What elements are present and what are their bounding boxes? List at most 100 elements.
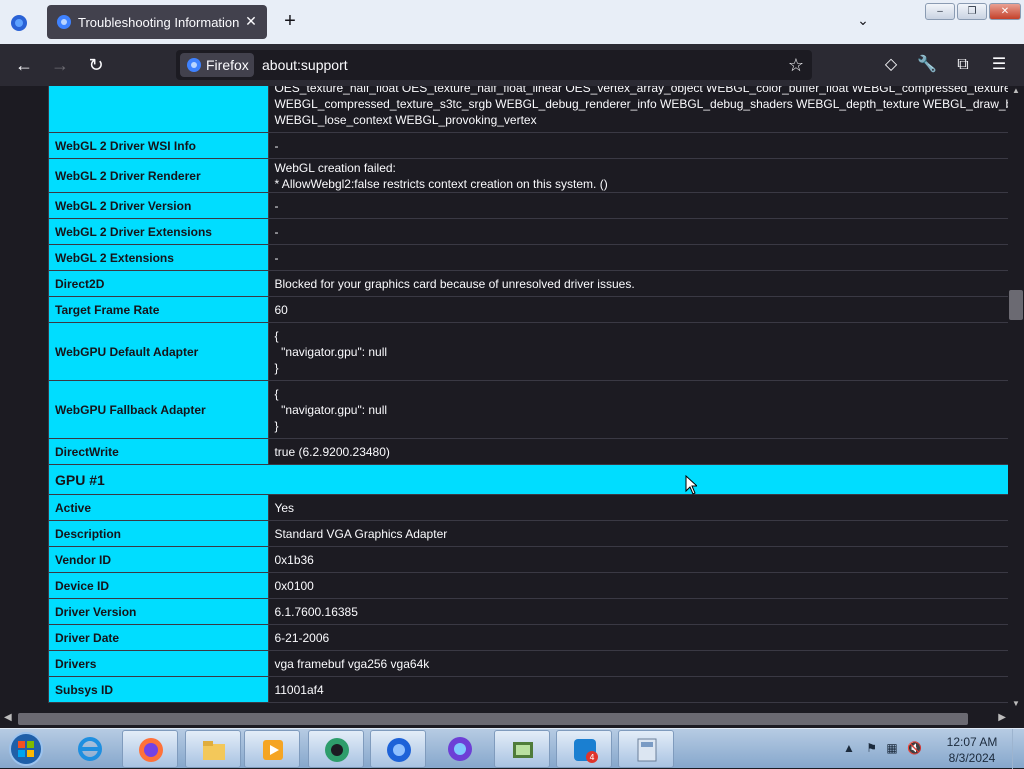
pocket-icon[interactable]: ◇ — [880, 54, 902, 76]
action-center-flag-icon[interactable]: ⚑ — [866, 741, 877, 755]
network-tray-icon[interactable]: ▦ — [886, 741, 897, 755]
row-value: Blocked for your graphics card because o… — [268, 270, 1008, 297]
table-row: Driver Version 6.1.7600.16385 — [47, 598, 1008, 625]
taskbar-firefox-blue[interactable] — [370, 730, 426, 768]
firefox-dev-icon — [448, 737, 472, 761]
section-header: GPU #1 — [48, 464, 1008, 495]
row-value: Yes — [268, 494, 1008, 521]
tray-expand-icon[interactable]: ▲ — [843, 741, 855, 755]
row-key: Subsys ID — [47, 676, 270, 703]
url-bar[interactable]: Firefox about:support ☆ — [176, 50, 812, 80]
clock[interactable]: 12:07 AM 8/3/2024 — [940, 734, 1004, 766]
firefox-icon — [187, 58, 201, 72]
table-row: WebGL 2 Extensions - — [47, 244, 1008, 271]
close-window-button[interactable]: ✕ — [989, 3, 1021, 20]
table-row: Device ID 0x0100 — [47, 572, 1008, 599]
horizontal-scrollbar[interactable]: ◀ ▶ — [0, 710, 1024, 728]
taskbar-calculator[interactable] — [618, 730, 674, 768]
network-icon — [513, 742, 533, 758]
row-key: Vendor ID — [47, 546, 270, 573]
row-key: WebGPU Fallback Adapter — [47, 380, 270, 439]
start-button[interactable] — [6, 731, 46, 767]
row-value: 0x0100 — [268, 572, 1008, 599]
notification-badge: 4 — [589, 753, 594, 762]
show-desktop-button[interactable] — [1012, 729, 1024, 769]
table-row: Drivers vga framebuf vga256 vga64k — [47, 650, 1008, 677]
scroll-down-icon[interactable]: ▼ — [1012, 699, 1020, 708]
table-row: WebGL 2 Driver Version - — [47, 192, 1008, 219]
system-tray: ▲ ⚑ ▦ 🔇 — [843, 741, 933, 759]
row-value: 6-21-2006 — [268, 624, 1008, 651]
table-row: OES_texture_half_float OES_texture_half_… — [47, 86, 1008, 133]
wrench-icon[interactable]: 🔧 — [916, 54, 938, 76]
scroll-right-icon[interactable]: ▶ — [998, 712, 1006, 723]
forward-button[interactable]: → — [50, 55, 70, 75]
row-value: - — [268, 218, 1008, 245]
row-key: Direct2D — [47, 270, 270, 297]
row-key: Device ID — [47, 572, 270, 599]
page-content: OES_texture_half_float OES_texture_half_… — [0, 86, 1008, 710]
taskbar-internet-explorer[interactable] — [62, 730, 118, 768]
table-row: DirectWrite true (6.2.9200.23480) — [47, 438, 1008, 465]
internet-explorer-icon — [78, 737, 102, 761]
horizontal-scroll-thumb[interactable] — [18, 713, 968, 725]
bookmark-star-icon[interactable]: ☆ — [786, 55, 806, 75]
back-button[interactable]: ← — [14, 55, 34, 75]
chevron-down-icon[interactable]: ⌄ — [853, 12, 873, 32]
table-row: WebGL 2 Driver Extensions - — [47, 218, 1008, 245]
table-row: WebGL 2 Driver Renderer WebGL creation fa… — [47, 158, 1008, 193]
tab-troubleshooting[interactable]: Troubleshooting Information ✕ — [47, 5, 267, 39]
mouse-cursor-icon — [685, 475, 697, 495]
extensions-icon[interactable]: ⧉ — [952, 54, 974, 76]
clock-time: 12:07 AM — [946, 735, 998, 749]
graphics-info-table: OES_texture_half_float OES_texture_half_… — [47, 86, 1008, 703]
table-row: Driver Date 6-21-2006 — [47, 624, 1008, 651]
taskbar-firefox[interactable] — [122, 730, 178, 768]
taskbar-cleaner[interactable]: 4 — [556, 730, 612, 768]
calculator-icon — [637, 738, 657, 762]
taskbar-firefox-dev[interactable] — [432, 730, 488, 768]
row-value: - — [268, 132, 1008, 159]
scroll-left-icon[interactable]: ◀ — [4, 712, 12, 723]
row-value: { "navigator.gpu": null } — [268, 380, 1008, 439]
row-value: { "navigator.gpu": null } — [268, 322, 1008, 381]
row-key: Target Frame Rate — [47, 296, 270, 323]
new-tab-button[interactable]: + — [280, 11, 300, 31]
url-input[interactable]: about:support — [262, 57, 348, 73]
row-value: 0x1b36 — [268, 546, 1008, 573]
maximize-button[interactable]: ❐ — [957, 3, 987, 20]
table-row: Subsys ID 11001af4 — [47, 676, 1008, 703]
firefox-app-icon[interactable] — [10, 14, 28, 32]
firefox-orange-icon — [139, 738, 163, 762]
row-value: vga framebuf vga256 vga64k — [268, 650, 1008, 677]
row-value: 11001af4 — [268, 676, 1008, 703]
title-bar: Troubleshooting Information ✕ + ⌄ – ❐ ✕ — [0, 0, 1024, 44]
tab-title: Troubleshooting Information — [78, 15, 240, 30]
table-row: Description Standard VGA Graphics Adapter — [47, 520, 1008, 547]
row-value: WebGL creation failed: * AllowWebgl2:fal… — [268, 158, 1008, 193]
row-key: Description — [47, 520, 270, 547]
menu-icon[interactable]: ☰ — [988, 54, 1010, 76]
vertical-scroll-thumb[interactable] — [1009, 290, 1023, 320]
taskbar-explorer[interactable] — [185, 730, 241, 768]
vertical-scrollbar[interactable]: ▲ ▼ — [1008, 86, 1024, 710]
row-value: 60 — [268, 296, 1008, 323]
folder-icon — [203, 741, 225, 760]
close-tab-icon[interactable]: ✕ — [243, 13, 259, 29]
cleaner-icon: 4 — [574, 739, 598, 763]
taskbar-network-tool[interactable] — [494, 730, 550, 768]
taskbar: 4 ▲ ⚑ ▦ 🔇 12:07 AM 8/3/2024 — [0, 728, 1024, 769]
taskbar-app-green[interactable] — [308, 730, 364, 768]
reload-button[interactable]: ↻ — [86, 55, 106, 75]
row-key: DirectWrite — [47, 438, 270, 465]
scroll-up-icon[interactable]: ▲ — [1012, 86, 1020, 95]
minimize-button[interactable]: – — [925, 3, 955, 20]
green-app-icon — [325, 738, 349, 762]
table-row: Target Frame Rate 60 — [47, 296, 1008, 323]
row-key — [47, 86, 270, 133]
identity-box[interactable]: Firefox — [180, 53, 254, 77]
taskbar-media-player[interactable] — [244, 730, 300, 768]
row-key: WebGL 2 Extensions — [47, 244, 270, 271]
volume-muted-icon[interactable]: 🔇 — [907, 741, 922, 755]
row-value: OES_texture_half_float OES_texture_half_… — [268, 86, 1008, 133]
